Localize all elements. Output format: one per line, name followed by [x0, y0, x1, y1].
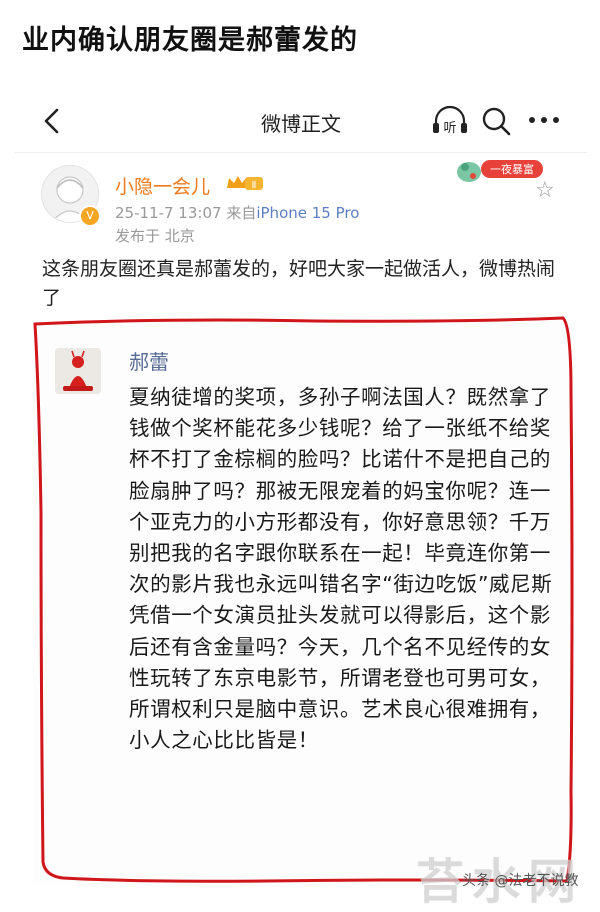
watermark-author: 头条 @法老不说教: [462, 873, 579, 889]
sticker-text: 一夜暴富: [490, 162, 534, 176]
nav-divider: [15, 152, 587, 153]
moments-author[interactable]: 郝蕾: [129, 346, 169, 375]
username[interactable]: 小隐一会儿: [115, 172, 210, 199]
more-icon[interactable]: [527, 112, 561, 128]
level-badge: Ⅱ: [252, 180, 257, 191]
search-icon[interactable]: [480, 105, 512, 137]
post-meta: 25-11-7 13:07 来自iPhone 15 Pro: [115, 202, 359, 223]
weibo-screenshot: 微博正文 听 V 小隐一会儿 Ⅱ 25-11-7 13:07 来自iPhone …: [15, 92, 587, 892]
verified-badge-icon: V: [79, 205, 101, 227]
favorite-star-icon[interactable]: ☆: [535, 178, 555, 203]
post-text: 这条朋友圈还真是郝蕾发的，好吧大家一起做活人，微博热闹了: [42, 258, 556, 309]
post-date: 25-11-7 13:07: [115, 204, 222, 222]
listen-icon[interactable]: 听: [430, 105, 470, 137]
moments-avatar[interactable]: [55, 348, 101, 394]
headline: 业内确认朋友圈是郝蕾发的: [22, 25, 358, 56]
device-link[interactable]: iPhone 15 Pro: [256, 204, 359, 222]
source-prefix: 来自: [226, 204, 257, 222]
fortune-dragon-sticker: 一夜暴富: [457, 160, 543, 182]
nav-bar: 微博正文 听: [15, 92, 587, 152]
moments-text: 夏纳徒增的奖项，多孙子啊法国人？既然拿了钱做个奖杯能花多少钱呢？给了一张纸不给奖…: [129, 385, 553, 753]
moments-card: 郝蕾 夏纳徒增的奖项，多孙子啊法国人？既然拿了钱做个奖杯能花多少钱呢？给了一张纸…: [33, 320, 575, 885]
crown-level-icon: Ⅱ: [227, 176, 263, 191]
listen-label: 听: [443, 121, 456, 136]
post-location: 发布于 北京: [115, 227, 195, 245]
